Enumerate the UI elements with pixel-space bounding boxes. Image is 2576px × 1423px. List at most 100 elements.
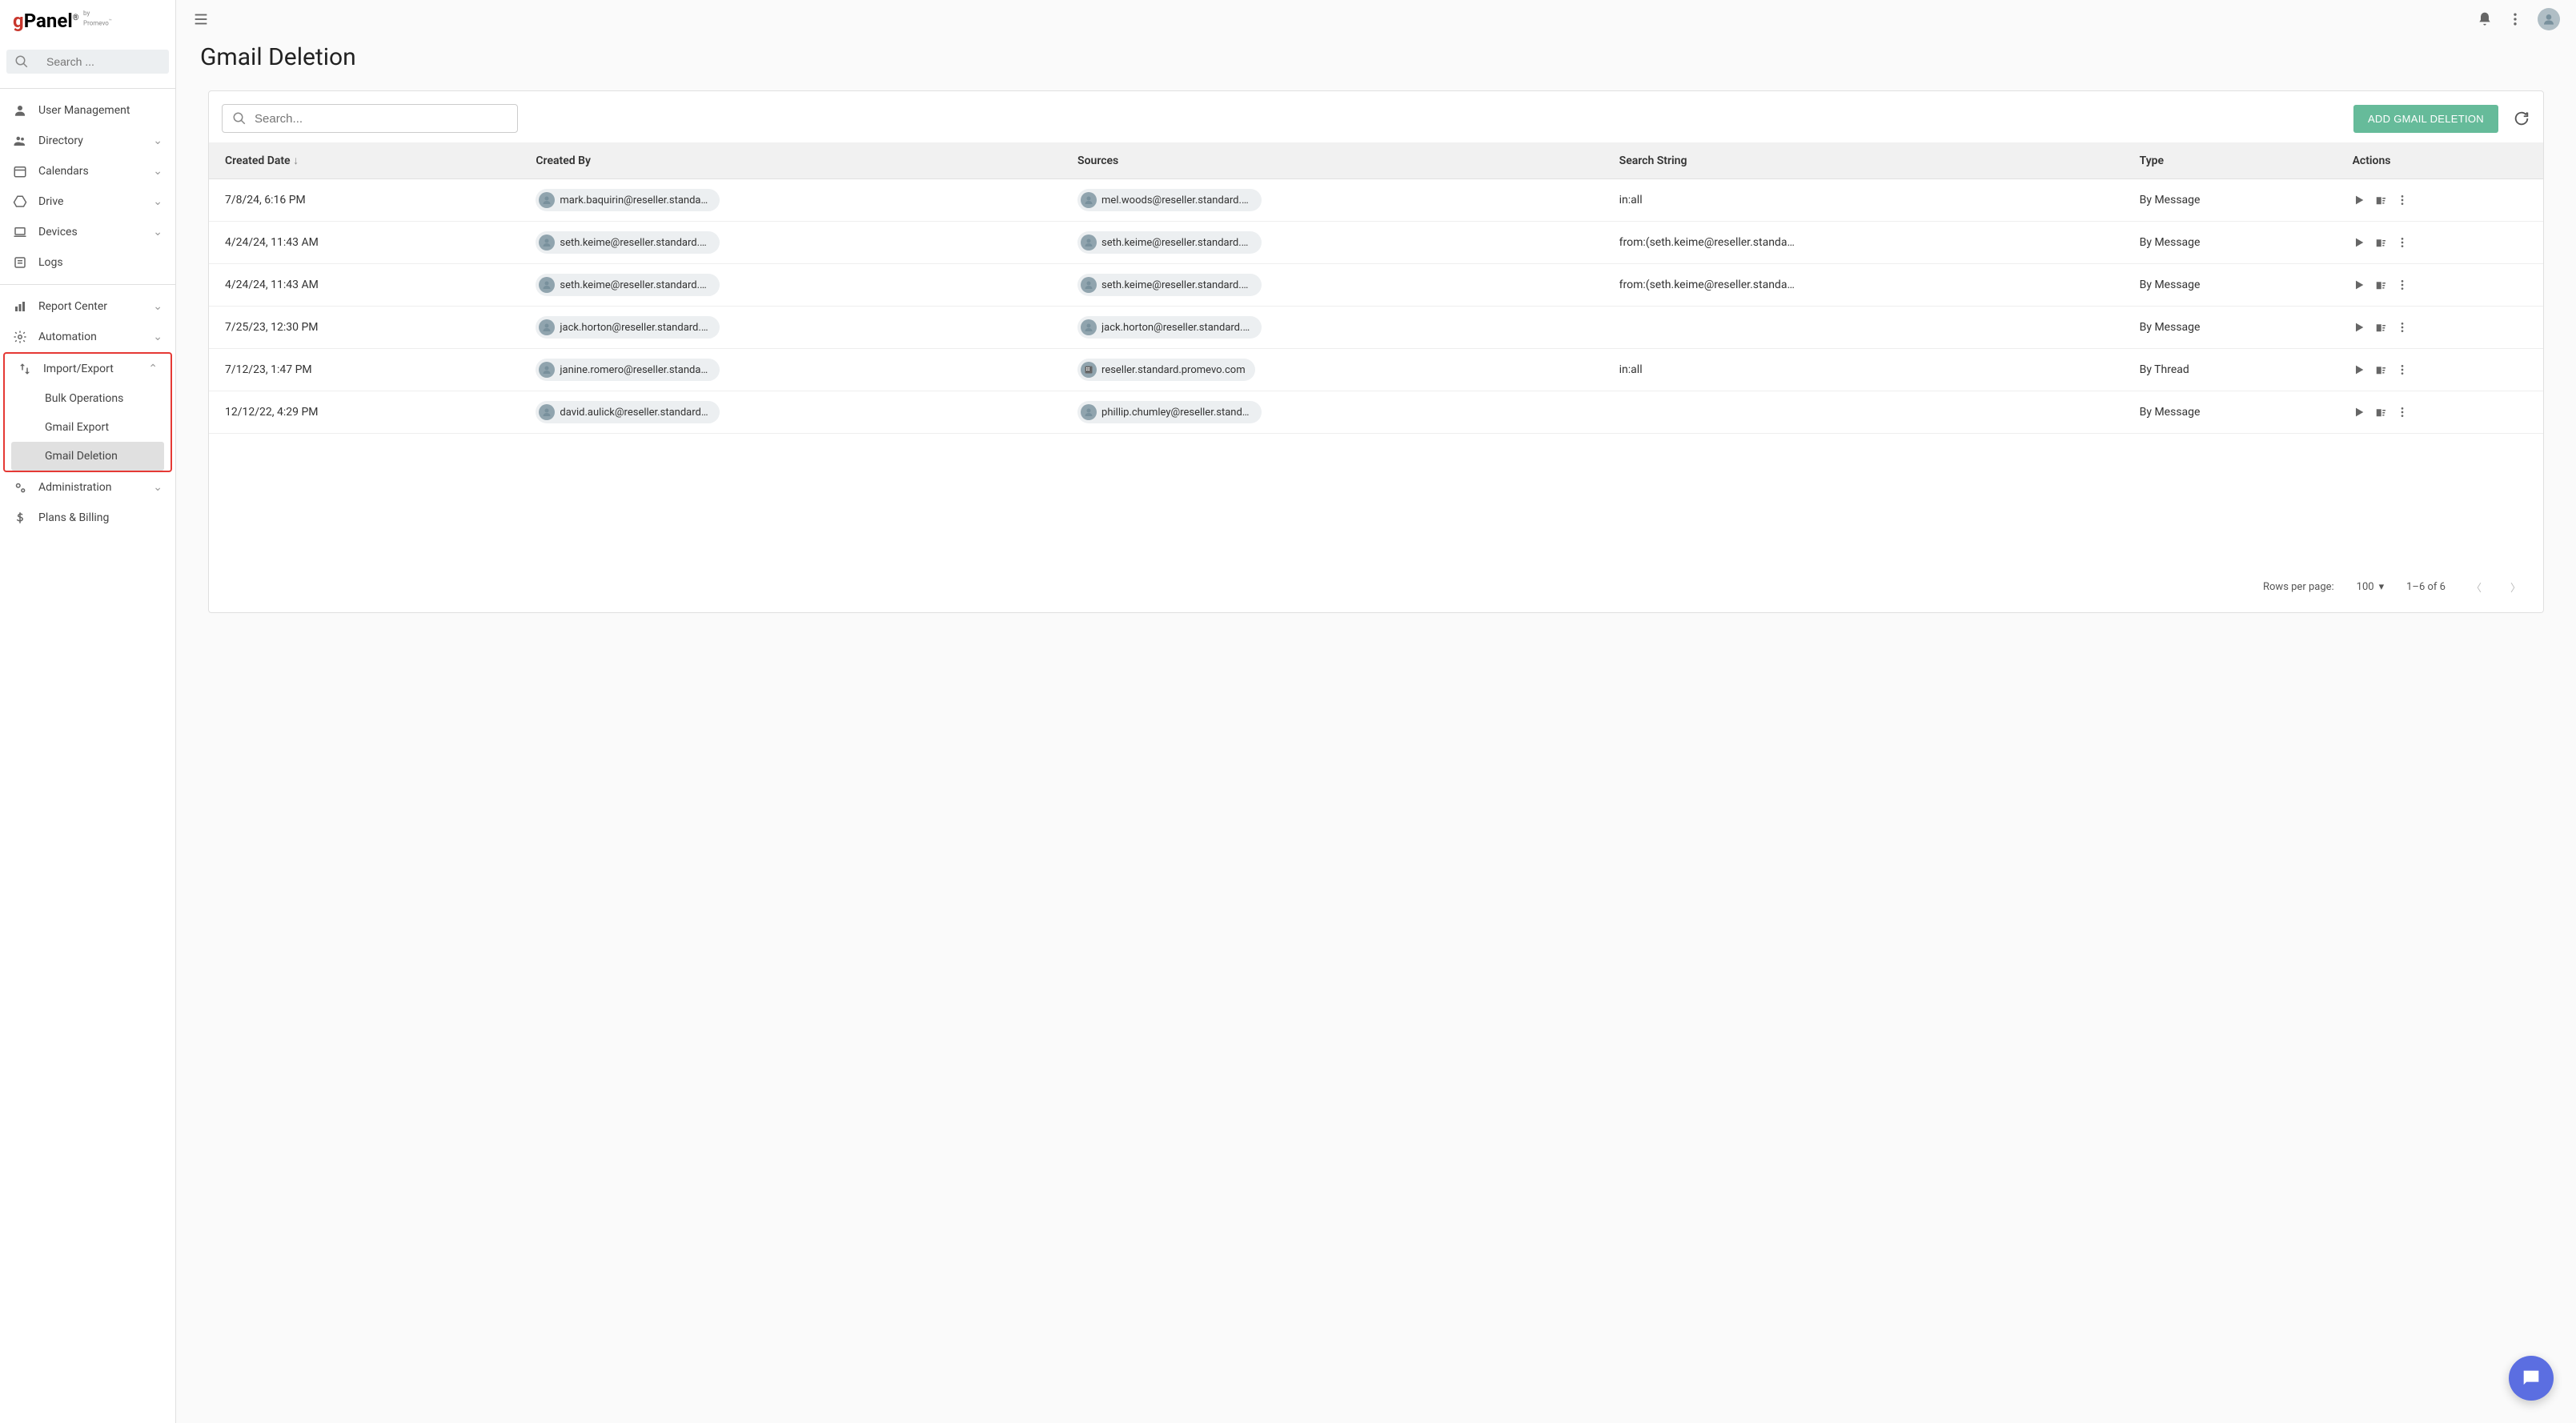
sidebar-item-label: Devices — [38, 226, 153, 239]
card-toolbar: ADD GMAIL DELETION — [209, 91, 2543, 142]
user-chip[interactable]: janine.romero@reseller.standard.pro... — [536, 359, 720, 381]
avatar[interactable] — [2538, 8, 2560, 30]
sidebar-item-administration[interactable]: Administration ⌄ — [0, 472, 175, 503]
column-created-date[interactable]: Created Date ↓ — [209, 142, 526, 179]
user-chip[interactable]: seth.keime@reseller.standard.promev... — [536, 231, 720, 254]
laptop-icon — [13, 225, 27, 239]
sidebar-item-label: Automation — [38, 331, 153, 343]
cell-date: 7/25/23, 12:30 PM — [209, 307, 526, 349]
sidebar-item-user-management[interactable]: User Management — [0, 95, 175, 126]
content-card: ADD GMAIL DELETION Created Date ↓ Create… — [208, 90, 2544, 613]
more-vert-icon[interactable] — [2507, 11, 2523, 27]
sidebar-subitem-gmail-deletion[interactable]: Gmail Deletion — [11, 442, 164, 471]
play-icon[interactable] — [2353, 279, 2365, 291]
more-vert-icon[interactable] — [2396, 236, 2409, 249]
sidebar-item-devices[interactable]: Devices ⌄ — [0, 217, 175, 247]
avatar-icon — [539, 404, 555, 420]
cell-actions — [2343, 179, 2543, 222]
table-row: 7/25/23, 12:30 PM jack.horton@reseller.st… — [209, 307, 2543, 349]
play-icon[interactable] — [2353, 406, 2365, 419]
play-icon[interactable] — [2353, 363, 2365, 376]
source-chip[interactable]: mel.woods@reseller.standard.prom... — [1077, 189, 1262, 211]
user-chip[interactable]: seth.keime@reseller.standard.promev... — [536, 274, 720, 296]
delete-sweep-icon[interactable] — [2373, 320, 2388, 335]
source-chip[interactable]: jack.horton@reseller.standard.prom... — [1077, 316, 1262, 339]
column-type[interactable]: Type — [2130, 142, 2343, 179]
sidebar-item-label: Logs — [38, 256, 163, 269]
sidebar-item-directory[interactable]: Directory ⌄ — [0, 126, 175, 156]
chip-label: phillip.chumley@reseller.standard.pr... — [1101, 407, 1252, 419]
column-search-string[interactable]: Search String — [1610, 142, 2130, 179]
table-row: 7/12/23, 1:47 PMjanine.romero@reseller.s… — [209, 349, 2543, 391]
more-vert-icon[interactable] — [2396, 321, 2409, 334]
refresh-icon[interactable] — [2513, 110, 2530, 127]
play-icon[interactable] — [2353, 194, 2365, 206]
delete-sweep-icon[interactable] — [2373, 363, 2388, 377]
cell-search-string: in:all — [1610, 349, 2130, 391]
sidebar-subitem-gmail-export[interactable]: Gmail Export — [5, 413, 171, 442]
delete-sweep-icon[interactable] — [2373, 193, 2388, 207]
hamburger-icon[interactable] — [192, 10, 210, 28]
rows-per-page-select[interactable]: 100 ▾ — [2357, 581, 2384, 593]
bell-icon[interactable] — [2477, 11, 2493, 27]
chevron-down-icon: ⌄ — [153, 300, 163, 313]
play-icon[interactable] — [2353, 321, 2365, 334]
more-vert-icon[interactable] — [2396, 194, 2409, 206]
sidebar-item-drive[interactable]: Drive ⌄ — [0, 186, 175, 217]
logo-g: g — [13, 10, 24, 32]
sidebar-item-label: Administration — [38, 481, 153, 494]
next-page-button[interactable]: 〉 — [2507, 576, 2524, 598]
chevron-up-icon: ⌃ — [148, 363, 158, 375]
column-created-by[interactable]: Created By — [526, 142, 1068, 179]
source-chip[interactable]: phillip.chumley@reseller.standard.pr... — [1077, 401, 1262, 423]
sidebar-item-calendars[interactable]: Calendars ⌄ — [0, 156, 175, 186]
sidebar-item-report-center[interactable]: Report Center ⌄ — [0, 291, 175, 322]
chip-label: jack.horton@reseller.standard.promev... — [560, 322, 710, 334]
chip-label: reseller.standard.promevo.com — [1101, 364, 1246, 376]
more-vert-icon[interactable] — [2396, 363, 2409, 376]
more-vert-icon[interactable] — [2396, 406, 2409, 419]
chevron-down-icon: ⌄ — [153, 195, 163, 208]
source-chip[interactable]: seth.keime@reseller.standard.prom... — [1077, 274, 1262, 296]
sidebar-item-import-export[interactable]: Import/Export ⌃ — [5, 354, 171, 384]
delete-sweep-icon[interactable] — [2373, 405, 2388, 419]
cell-search-string: in:all — [1610, 179, 2130, 222]
cell-date: 4/24/24, 11:43 AM — [209, 264, 526, 307]
add-gmail-deletion-button[interactable]: ADD GMAIL DELETION — [2353, 105, 2498, 133]
user-chip[interactable]: david.aulick@reseller.standard.prome... — [536, 401, 720, 423]
table-search-input[interactable] — [255, 112, 508, 126]
more-vert-icon[interactable] — [2396, 279, 2409, 291]
cell-search-string — [1610, 391, 2130, 434]
delete-sweep-icon[interactable] — [2373, 278, 2388, 292]
prev-page-button[interactable]: 〈 — [2468, 576, 2485, 598]
user-chip[interactable]: mark.baquirin@reseller.standard.pro... — [536, 189, 720, 211]
cell-actions — [2343, 349, 2543, 391]
table-search[interactable] — [222, 104, 518, 133]
source-chip[interactable]: seth.keime@reseller.standard.prom... — [1077, 231, 1262, 254]
person-icon — [13, 103, 27, 118]
cell-sources: phillip.chumley@reseller.standard.pr... — [1068, 391, 1610, 434]
cell-created-by: mark.baquirin@reseller.standard.pro... — [526, 179, 1068, 222]
sidebar-item-plans-billing[interactable]: Plans & Billing — [0, 503, 175, 533]
sidebar: gPanel® byPromevo™ User Management Direc… — [0, 0, 176, 1423]
avatar-icon — [539, 192, 555, 208]
column-sources[interactable]: Sources — [1068, 142, 1610, 179]
sidebar-item-logs[interactable]: Logs — [0, 247, 175, 278]
sort-desc-icon: ↓ — [293, 154, 299, 167]
cell-type: By Message — [2130, 391, 2343, 434]
chip-label: mark.baquirin@reseller.standard.pro... — [560, 194, 710, 206]
sidebar-search-input[interactable] — [46, 55, 191, 68]
sidebar-subitem-bulk-operations[interactable]: Bulk Operations — [5, 384, 171, 413]
delete-sweep-icon[interactable] — [2373, 235, 2388, 250]
logo-byline-2: Promevo — [83, 20, 109, 27]
play-icon[interactable] — [2353, 236, 2365, 249]
chat-fab[interactable] — [2509, 1356, 2554, 1401]
source-chip[interactable]: reseller.standard.promevo.com — [1077, 359, 1255, 381]
sidebar-item-automation[interactable]: Automation ⌄ — [0, 322, 175, 352]
dollar-icon — [13, 511, 27, 525]
chart-icon — [13, 299, 27, 314]
chip-label: mel.woods@reseller.standard.prom... — [1101, 194, 1252, 206]
sidebar-search[interactable] — [6, 50, 169, 74]
cell-actions — [2343, 307, 2543, 349]
user-chip[interactable]: jack.horton@reseller.standard.promev... — [536, 316, 720, 339]
